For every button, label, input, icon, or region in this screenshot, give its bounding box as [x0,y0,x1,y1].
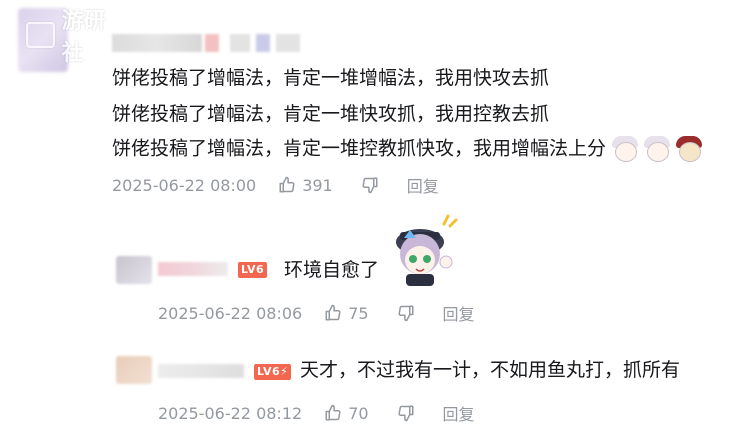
user-badge [276,34,300,52]
anime-girl-emoji [612,136,639,162]
comment-meta: 2025-06-22 08:00 391 回复 [112,173,439,197]
user-badge [256,34,270,52]
comment-line: 饼佬投稿了增幅法，肯定一堆增幅法，我用快攻去抓 [112,67,550,89]
reply-text: 环境自愈了 [284,259,380,281]
dislike-button[interactable] [397,404,415,422]
watermark: 游研社 [26,9,126,66]
avatar[interactable] [116,356,152,384]
username[interactable] [112,34,202,52]
watermark-logo-icon [26,22,56,48]
username[interactable] [158,364,244,378]
reply-button[interactable]: 回复 [407,173,439,197]
comment-line-text: 饼佬投稿了增幅法，肯定一堆控教抓快攻，我用增幅法上分 [112,137,607,160]
thumbs-up-icon [325,404,341,421]
like-button[interactable]: 75 [324,303,369,323]
thumbs-up-icon [279,176,295,193]
like-button[interactable]: 391 [278,176,333,195]
anime-sticker [396,214,458,286]
reply-meta: 2025-06-22 08:12 70 回复 [158,401,475,425]
user-badge [205,34,219,52]
timestamp: 2025-06-22 08:12 [158,403,303,423]
reply-meta: 2025-06-22 08:06 75 回复 [158,301,475,325]
user-badge [230,34,250,52]
thumbs-down-icon [398,305,414,322]
comment-line: 饼佬投稿了增幅法，肯定一堆快攻抓，我用控教去抓 [112,103,550,125]
timestamp: 2025-06-22 08:00 [112,175,257,195]
dislike-button[interactable] [361,176,379,194]
avatar[interactable] [116,256,152,284]
level-badge: LV6 [238,262,268,278]
anime-girl-emoji [644,136,671,162]
level-badge: LV6⚡ [254,364,292,380]
timestamp: 2025-06-22 08:06 [158,303,303,323]
thumbs-down-icon [398,405,414,422]
comment-line: 饼佬投稿了增幅法，肯定一堆控教抓快攻，我用增幅法上分 [112,136,703,162]
like-count: 391 [302,175,333,195]
reply-text: 天才，不过我有一计，不如用鱼丸打，抓所有 [300,359,681,381]
username[interactable] [158,262,228,276]
like-count: 70 [348,403,369,423]
reply-button[interactable]: 回复 [443,401,475,425]
dislike-button[interactable] [397,304,415,322]
like-count: 75 [348,303,369,323]
thumbs-down-icon [362,177,378,194]
like-button[interactable]: 70 [324,403,369,423]
anime-girl-emoji [676,136,703,162]
reply-button[interactable]: 回复 [443,301,475,325]
thumbs-up-icon [325,304,341,321]
